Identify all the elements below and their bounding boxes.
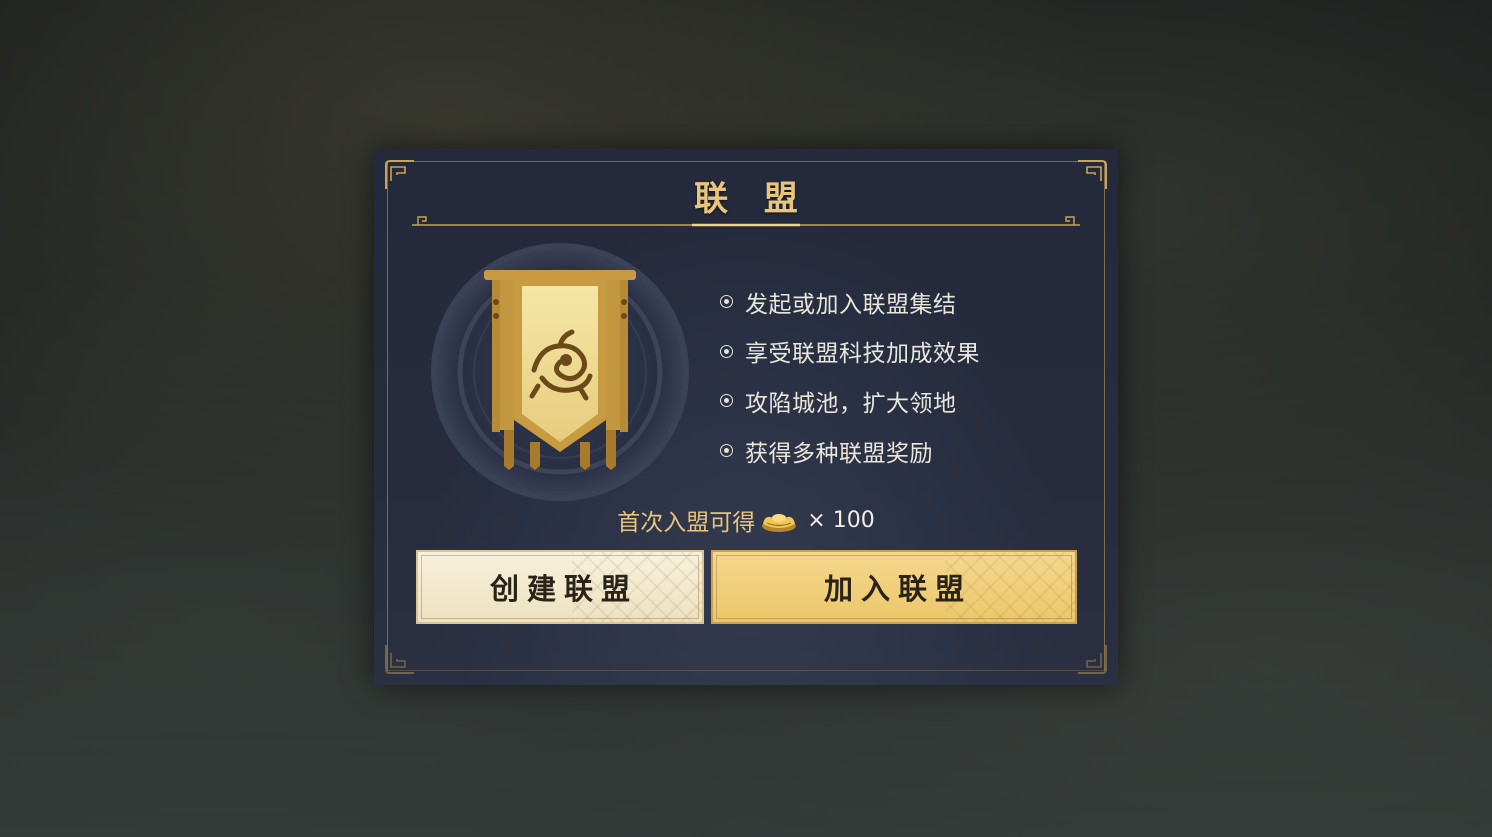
create-alliance-button[interactable]: 创建联盟 xyxy=(416,550,704,624)
alliance-dialog: 联 盟 发起或加入联盟集结 享受联盟科技加成效果 攻陷城池，扩大领地 获得多种联… xyxy=(374,149,1118,685)
feature-item: 享受联盟科技加成效果 xyxy=(720,327,980,377)
title-divider xyxy=(412,213,1080,229)
feature-text: 发起或加入联盟集结 xyxy=(745,291,957,318)
join-alliance-button[interactable]: 加入联盟 xyxy=(711,550,1077,624)
join-alliance-label: 加入联盟 xyxy=(823,572,972,606)
reward-label: 首次入盟可得 xyxy=(617,510,756,536)
alliance-banner-emblem-icon xyxy=(430,242,690,502)
feature-item: 发起或加入联盟集结 xyxy=(720,277,980,327)
first-join-reward: 首次入盟可得 × 100 xyxy=(374,503,1118,537)
gold-ingot-icon xyxy=(761,506,797,534)
feature-text: 获得多种联盟奖励 xyxy=(745,440,933,467)
reward-amount: × 100 xyxy=(807,507,875,533)
corner-ornament-icon xyxy=(384,641,418,675)
feature-text: 享受联盟科技加成效果 xyxy=(745,341,980,368)
corner-ornament-icon xyxy=(1074,641,1108,675)
feature-item: 攻陷城池，扩大领地 xyxy=(720,376,980,426)
bullet-icon xyxy=(720,444,733,458)
create-alliance-label: 创建联盟 xyxy=(489,572,638,606)
feature-item: 获得多种联盟奖励 xyxy=(720,426,980,476)
feature-list: 发起或加入联盟集结 享受联盟科技加成效果 攻陷城池，扩大领地 获得多种联盟奖励 xyxy=(720,277,980,475)
feature-text: 攻陷城池，扩大领地 xyxy=(745,390,957,417)
bullet-icon xyxy=(720,344,733,358)
bullet-icon xyxy=(720,295,733,309)
bullet-icon xyxy=(720,394,733,408)
game-scene-background: 联 盟 发起或加入联盟集结 享受联盟科技加成效果 攻陷城池，扩大领地 获得多种联… xyxy=(0,0,1492,837)
